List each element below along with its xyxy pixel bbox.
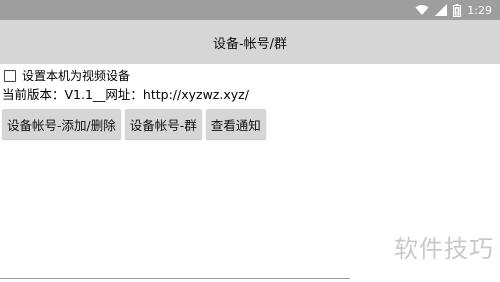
status-time: 1:29 [467, 3, 492, 17]
bottom-divider [0, 278, 350, 279]
page-title: 设备-帐号/群 [212, 36, 288, 52]
device-account-add-remove-button[interactable]: 设备帐号-添加/删除 [2, 109, 121, 139]
wifi-icon [415, 4, 429, 16]
signal-icon [435, 4, 448, 16]
view-notifications-button[interactable]: 查看通知 [205, 109, 266, 139]
device-account-group-button[interactable]: 设备帐号-群 [124, 109, 202, 139]
status-icons: 1:29 [415, 2, 492, 18]
version-url-text: 当前版本：V1.1__网址：http://xyzwz.xyz/ [2, 87, 249, 102]
battery-icon [453, 3, 462, 17]
video-device-checkbox-label: 设置本机为视频设备 [22, 69, 131, 83]
title-bar: 设备-帐号/群 [0, 20, 500, 64]
action-buttons: 设备帐号-添加/删除 设备帐号-群 查看通知 [2, 109, 266, 139]
video-device-checkbox[interactable] [4, 69, 16, 82]
status-bar: 1:29 [0, 0, 500, 20]
watermark-text: 软件技巧 [394, 235, 494, 263]
video-device-checkbox-row[interactable]: 设置本机为视频设备 [4, 67, 130, 84]
